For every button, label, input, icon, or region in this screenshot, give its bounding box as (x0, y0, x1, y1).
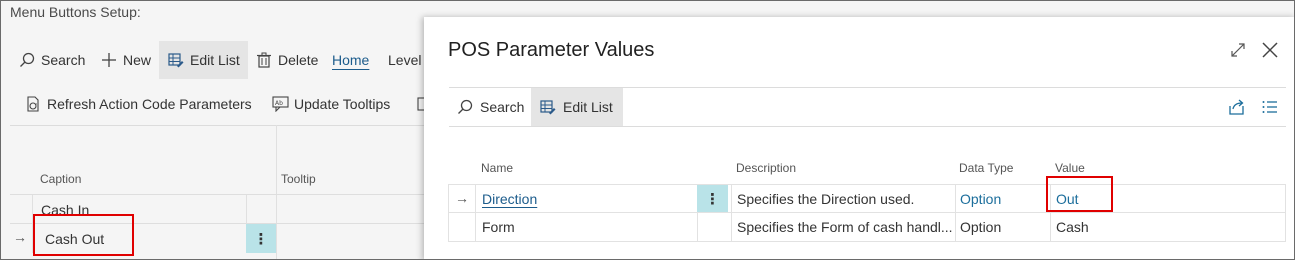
refresh-action-code-parameters-button[interactable]: Refresh Action Code Parameters (24, 85, 252, 123)
svg-text:Ab: Ab (275, 100, 283, 107)
refresh-label: Refresh Action Code Parameters (47, 96, 252, 112)
row-actions-button[interactable]: ⋮ (246, 224, 276, 253)
table-row[interactable]: Form Specifies the Form of cash handl...… (448, 212, 1286, 242)
share-icon[interactable] (1228, 98, 1246, 116)
edit-list-label: Edit List (190, 52, 240, 68)
edit-list-icon (539, 98, 557, 116)
tab-home[interactable]: Home (332, 41, 369, 79)
column-header-name: Name (481, 161, 514, 175)
name-cell[interactable]: Form (482, 219, 515, 235)
row-actions-button[interactable]: ⋮ (697, 185, 728, 213)
dialog-search-label: Search (480, 99, 525, 115)
delete-label: Delete (278, 52, 319, 68)
actions-toolbar: Refresh Action Code Parameters Ab Update… (1, 85, 431, 123)
data-type-cell: Option (960, 191, 1002, 207)
data-type-cell: Option (960, 219, 1002, 235)
edit-list-icon (167, 51, 185, 69)
column-header-value: Value (1055, 161, 1085, 175)
new-button[interactable]: New (100, 41, 151, 79)
new-label: New (123, 52, 152, 68)
close-icon[interactable] (1261, 41, 1279, 59)
refresh-document-icon (24, 95, 42, 113)
window-frame: Menu Buttons Setup: Search New Edit List (0, 0, 1295, 260)
update-tooltips-button[interactable]: Ab Update Tooltips (271, 85, 390, 123)
column-header-data-type: Data Type (959, 161, 1014, 175)
pos-parameter-values-dialog: POS Parameter Values Search Edit List Na… (424, 17, 1294, 259)
description-cell: Specifies the Direction used. (737, 191, 915, 207)
page-toolbar: Search New Edit List Delete Home Level (1, 41, 431, 79)
current-row-arrow-icon: → (13, 229, 27, 245)
search-icon (18, 51, 36, 69)
trash-icon (255, 51, 273, 69)
table-row[interactable]: → Direction ⋮ Specifies the Direction us… (448, 184, 1286, 213)
page-title: Menu Buttons Setup: (10, 4, 141, 20)
search-button[interactable]: Search (18, 41, 85, 79)
delete-button[interactable]: Delete (255, 41, 318, 79)
edit-list-button[interactable]: Edit List (159, 41, 248, 79)
tab-level[interactable]: Level (388, 41, 421, 79)
toolbar-divider (449, 126, 1286, 127)
dialog-title: POS Parameter Values (448, 39, 655, 61)
name-cell[interactable]: Direction (482, 191, 537, 207)
dialog-toolbar: Search Edit List (449, 88, 1286, 126)
expand-icon[interactable] (1229, 41, 1247, 59)
toolbar-divider (10, 125, 430, 126)
highlight-box-cash-out (33, 214, 134, 256)
highlight-box-value-out (1046, 176, 1113, 212)
value-cell[interactable]: Cash (1056, 219, 1089, 235)
plus-icon (100, 51, 118, 69)
column-header-caption: Caption (40, 172, 82, 186)
column-header-tooltip: Tooltip (281, 172, 316, 186)
dialog-edit-list-label: Edit List (563, 99, 613, 115)
description-cell: Specifies the Form of cash handl... (737, 219, 953, 235)
list-view-icon[interactable] (1261, 98, 1279, 116)
dialog-search-button[interactable]: Search (456, 88, 524, 126)
search-icon (456, 98, 474, 116)
update-tooltips-label: Update Tooltips (294, 96, 391, 112)
current-row-arrow-icon: → (455, 190, 469, 206)
column-header-description: Description (736, 161, 797, 175)
tooltip-icon: Ab (271, 95, 289, 113)
search-label: Search (41, 52, 86, 68)
dialog-edit-list-button[interactable]: Edit List (531, 88, 623, 126)
